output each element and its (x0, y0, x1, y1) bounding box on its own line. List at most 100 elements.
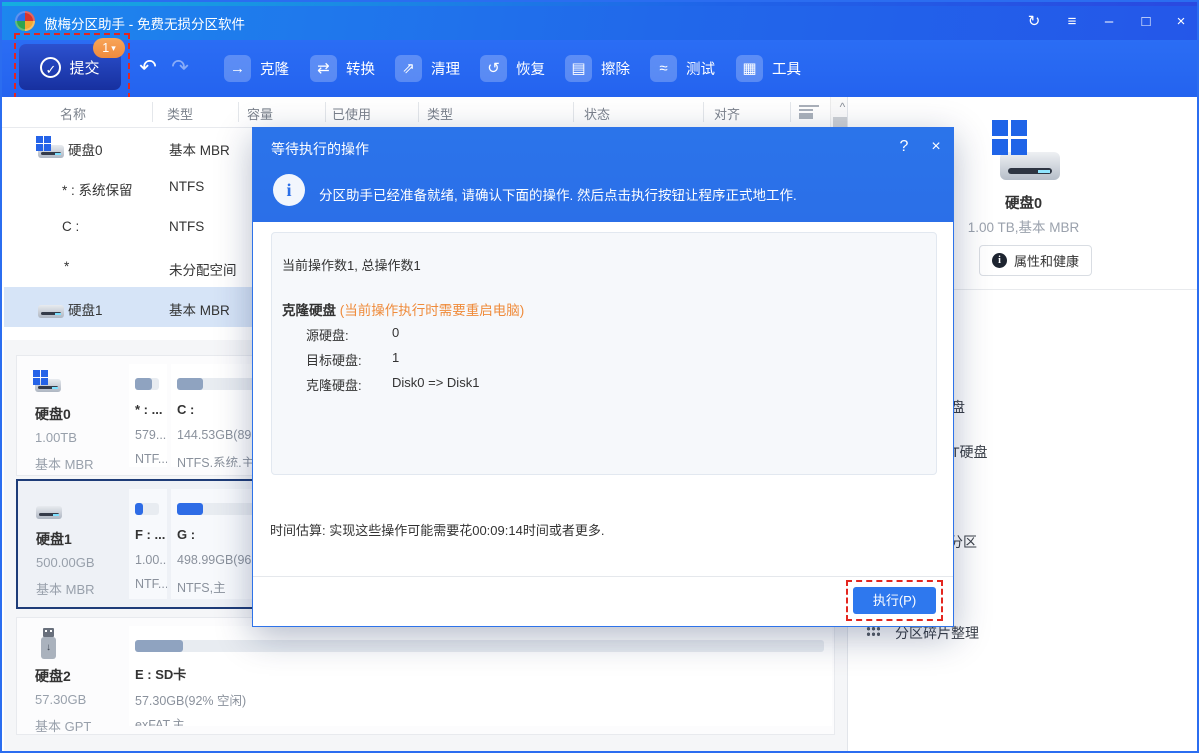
row-type: NTFS (169, 179, 204, 194)
defrag-icon[interactable] (866, 626, 880, 637)
erase-icon: ▤ (565, 55, 592, 82)
dialog-header: 等待执行的操作 ? × i 分区助手已经准备就绪, 请确认下面的操作. 然后点击… (253, 128, 953, 222)
toolbar-button-test[interactable]: ≈ 测试 (650, 53, 715, 83)
partition-label: E : SD卡 (135, 664, 186, 683)
operation-title: 克隆硬盘 (当前操作执行时需要重启电脑) (282, 299, 524, 319)
partition-size: 1.00... (135, 553, 167, 567)
column-header-fstype[interactable]: 类型 (427, 104, 453, 123)
footer-divider (253, 576, 953, 577)
sidebar-item-fragment-gpt-disk[interactable]: T硬盘 (951, 442, 988, 462)
detail-value-clone: Disk0 => Disk1 (392, 375, 479, 390)
toolbar-label: 擦除 (601, 58, 630, 79)
partition-label: * : ... (135, 402, 162, 417)
disk-name: 硬盘0 (35, 404, 71, 424)
column-divider (152, 102, 153, 122)
column-header-name[interactable]: 名称 (60, 104, 86, 123)
dialog-title: 等待执行的操作 (271, 139, 369, 159)
detail-label-clone: 克隆硬盘: (306, 375, 362, 394)
selected-disk-icon (992, 120, 1062, 182)
partition-fs: NTF... (135, 452, 167, 466)
operation-warning: (当前操作执行时需要重启电脑) (340, 303, 525, 318)
partition-fs: NTFS,主 (177, 577, 226, 596)
minimize-button[interactable]: – (1096, 12, 1122, 32)
partition-tile-e[interactable]: E : SD卡 57.30GB(92% 空闲) exFAT,主 (129, 626, 832, 726)
toolbar-button-erase[interactable]: ▤ 擦除 (565, 53, 630, 83)
view-options-icon[interactable] (799, 105, 819, 119)
properties-label: 属性和健康 (1014, 251, 1079, 270)
tools-icon: ▦ (736, 55, 763, 82)
column-divider (238, 102, 239, 122)
clean-icon: ⇗ (395, 55, 422, 82)
disk-style: 基本 GPT (35, 716, 91, 735)
partition-fs: NTF... (135, 577, 167, 591)
disk-name: 硬盘2 (35, 666, 71, 686)
row-name: C : (62, 219, 79, 234)
toolbar-label: 工具 (772, 58, 801, 79)
disk-size: 1.00TB (35, 430, 77, 445)
column-header-status[interactable]: 状态 (584, 104, 610, 123)
toolbar-button-tools[interactable]: ▦ 工具 (736, 53, 801, 83)
operation-name: 克隆硬盘 (282, 303, 336, 318)
column-header-type[interactable]: 类型 (167, 104, 193, 123)
partition-label: C : (177, 402, 194, 417)
column-header-used[interactable]: 已使用 (332, 104, 371, 123)
refresh-icon[interactable]: ↻ (1021, 12, 1047, 32)
column-header-align[interactable]: 对齐 (714, 104, 740, 123)
undo-button[interactable]: ↶ (135, 55, 161, 81)
row-type: 基本 MBR (169, 299, 230, 319)
partition-size: 144.53GB(89 (177, 428, 251, 442)
dialog-info-text: 分区助手已经准备就绪, 请确认下面的操作. 然后点击执行按钮让程序正式地工作. (319, 184, 797, 204)
disk-style: 基本 MBR (35, 454, 94, 473)
detail-label-source: 源硬盘: (306, 325, 349, 344)
submit-label: 提交 (69, 57, 99, 78)
disk-icon (33, 370, 63, 392)
test-icon: ≈ (650, 55, 677, 82)
row-name: * : 系统保留 (62, 179, 133, 199)
recover-icon: ↺ (480, 55, 507, 82)
info-circle-icon: i (273, 174, 305, 206)
toolbar-button-recover[interactable]: ↺ 恢复 (480, 53, 545, 83)
column-divider (573, 102, 574, 122)
window-title: 傲梅分区助手 - 免费无损分区软件 (44, 13, 245, 33)
disk-card-disk2[interactable]: ↓ 硬盘2 57.30GB 基本 GPT E : SD卡 57.30GB(92%… (16, 617, 835, 735)
toolbar-label: 克隆 (260, 58, 289, 79)
operations-list-panel: 当前操作数1, 总操作数1 克隆硬盘 (当前操作执行时需要重启电脑) 源硬盘: … (271, 232, 937, 475)
disk-size: 57.30GB (35, 692, 86, 707)
menu-icon[interactable]: ≡ (1059, 12, 1085, 32)
partition-tile-sysreserved[interactable]: * : ... 579... NTF... (129, 364, 167, 467)
pending-operations-badge[interactable]: 1▾ (93, 38, 125, 58)
title-bar: 傲梅分区助手 - 免费无损分区软件 ↻ ≡ – □ × (2, 2, 1197, 40)
disk-style: 基本 MBR (36, 579, 95, 598)
toolbar-button-convert[interactable]: ⇄ 转换 (310, 53, 375, 83)
close-button[interactable]: × (1168, 12, 1194, 32)
toolbar-label: 转换 (346, 58, 375, 79)
properties-health-button[interactable]: i 属性和健康 (979, 245, 1092, 276)
toolbar-button-clean[interactable]: ⇗ 清理 (395, 53, 460, 83)
chevron-down-icon: ▾ (111, 43, 116, 54)
usage-bar (135, 503, 159, 515)
toolbar-label: 恢复 (516, 58, 545, 79)
disk-icon (36, 296, 66, 318)
row-name: 硬盘0 (68, 139, 103, 159)
partition-label: F : ... (135, 527, 165, 542)
toolbar: ✓ 提交 1▾ ↶ ↷ → 克隆 ⇄ 转换 ⇗ 清理 ↺ 恢复 ▤ 擦除 ≈ 测… (2, 40, 1197, 97)
badge-count: 1 (102, 41, 109, 55)
usage-bar (135, 378, 159, 390)
execute-button[interactable]: 执行(P) (853, 587, 936, 614)
row-name: 硬盘1 (68, 299, 103, 319)
dialog-close-icon[interactable]: × (925, 138, 947, 156)
detail-value-target: 1 (392, 350, 399, 365)
maximize-button[interactable]: □ (1133, 12, 1159, 32)
detail-label-target: 目标硬盘: (306, 350, 362, 369)
help-icon[interactable]: ? (893, 138, 915, 156)
redo-button[interactable]: ↷ (167, 55, 193, 81)
row-type: 未分配空间 (169, 259, 237, 279)
row-type: 基本 MBR (169, 139, 230, 159)
partition-tile-f[interactable]: F : ... 1.00... NTF... (129, 489, 167, 599)
partition-size: 579... (135, 428, 166, 442)
column-header-capacity[interactable]: 容量 (247, 104, 273, 123)
table-header: 名称 类型 容量 已使用 类型 状态 对齐 (2, 97, 847, 128)
toolbar-button-clone[interactable]: → 克隆 (224, 53, 289, 83)
disk-name: 硬盘1 (36, 529, 72, 549)
time-estimate: 时间估算: 实现这些操作可能需要花00:09:14时间或者更多. (270, 520, 604, 539)
